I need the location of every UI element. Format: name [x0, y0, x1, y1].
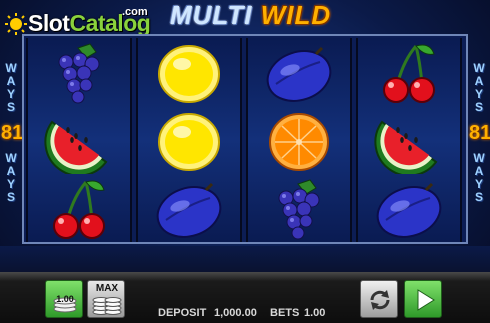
ways-panel-right: WAYS 81 WAYS	[469, 61, 490, 242]
watermelon-icon	[44, 120, 108, 174]
reel-1-symbol-2	[34, 108, 124, 174]
reel-1	[26, 38, 132, 242]
reel-3-symbol-3	[254, 176, 344, 242]
plum-icon	[156, 182, 222, 238]
ways-count: 81	[1, 122, 24, 144]
bottom-bar-backdrop	[0, 246, 490, 272]
reel-2-symbol-1	[144, 40, 234, 106]
plum-icon	[266, 46, 332, 102]
coin-value-label: 1.00	[56, 294, 74, 304]
deposit-value: 1,000.00	[214, 307, 257, 319]
ways-word-bottom: WAYS	[473, 151, 485, 204]
reel-2-symbol-2	[144, 108, 234, 174]
reel-area	[22, 34, 468, 244]
sun-icon	[5, 13, 27, 35]
watermelon-icon	[374, 120, 438, 174]
reel-4-symbol-1	[364, 40, 454, 106]
grapes-icon	[278, 179, 320, 240]
title-wild: WILD	[260, 0, 332, 30]
ways-word-bottom: WAYS	[5, 151, 17, 204]
autoplay-icon	[370, 290, 390, 310]
lemon-icon	[158, 113, 220, 171]
reel-3-symbol-2	[254, 108, 344, 174]
reel-4-symbol-3	[364, 176, 454, 242]
reel-4	[356, 38, 462, 242]
game-stage: SlotCatalog .com MULTI WILD WAYS 81 WAYS…	[0, 0, 490, 323]
brand-slot: Slot	[28, 10, 70, 36]
ways-count: 81	[469, 122, 490, 144]
title-multi: MULTI	[170, 0, 253, 30]
status-bar: DEPOSIT 1,000.00 BETS 1.00	[150, 307, 350, 321]
ways-word-top: WAYS	[5, 61, 17, 114]
brand-com: .com	[122, 6, 148, 18]
reel-1-symbol-3	[34, 176, 124, 242]
game-title: MULTI WILD	[170, 0, 330, 34]
ways-word-top: WAYS	[473, 61, 485, 114]
plum-icon	[376, 182, 442, 238]
coin-value-button[interactable]: 1.00	[45, 280, 83, 318]
ways-panel-left: WAYS 81 WAYS	[1, 61, 24, 242]
reel-1-symbol-1	[34, 40, 124, 106]
reel-3-symbol-1	[254, 40, 344, 106]
cherries-icon	[53, 180, 105, 239]
reel-3	[246, 38, 352, 242]
reel-4-symbol-2	[364, 108, 454, 174]
orange-icon	[269, 113, 329, 171]
spin-button[interactable]	[404, 280, 442, 318]
reel-2-symbol-3	[144, 176, 234, 242]
lemon-icon	[158, 45, 220, 103]
reel-2	[136, 38, 242, 242]
max-bet-label: MAX	[95, 283, 119, 294]
max-bet-button[interactable]: MAX	[87, 280, 125, 318]
autoplay-button[interactable]	[360, 280, 398, 318]
grapes-icon	[58, 43, 100, 104]
play-icon	[417, 289, 435, 311]
deposit-label: DEPOSIT	[158, 307, 207, 319]
bets-label: BETS	[270, 307, 300, 319]
bets-value: 1.00	[304, 307, 326, 319]
cherries-icon	[383, 44, 435, 103]
